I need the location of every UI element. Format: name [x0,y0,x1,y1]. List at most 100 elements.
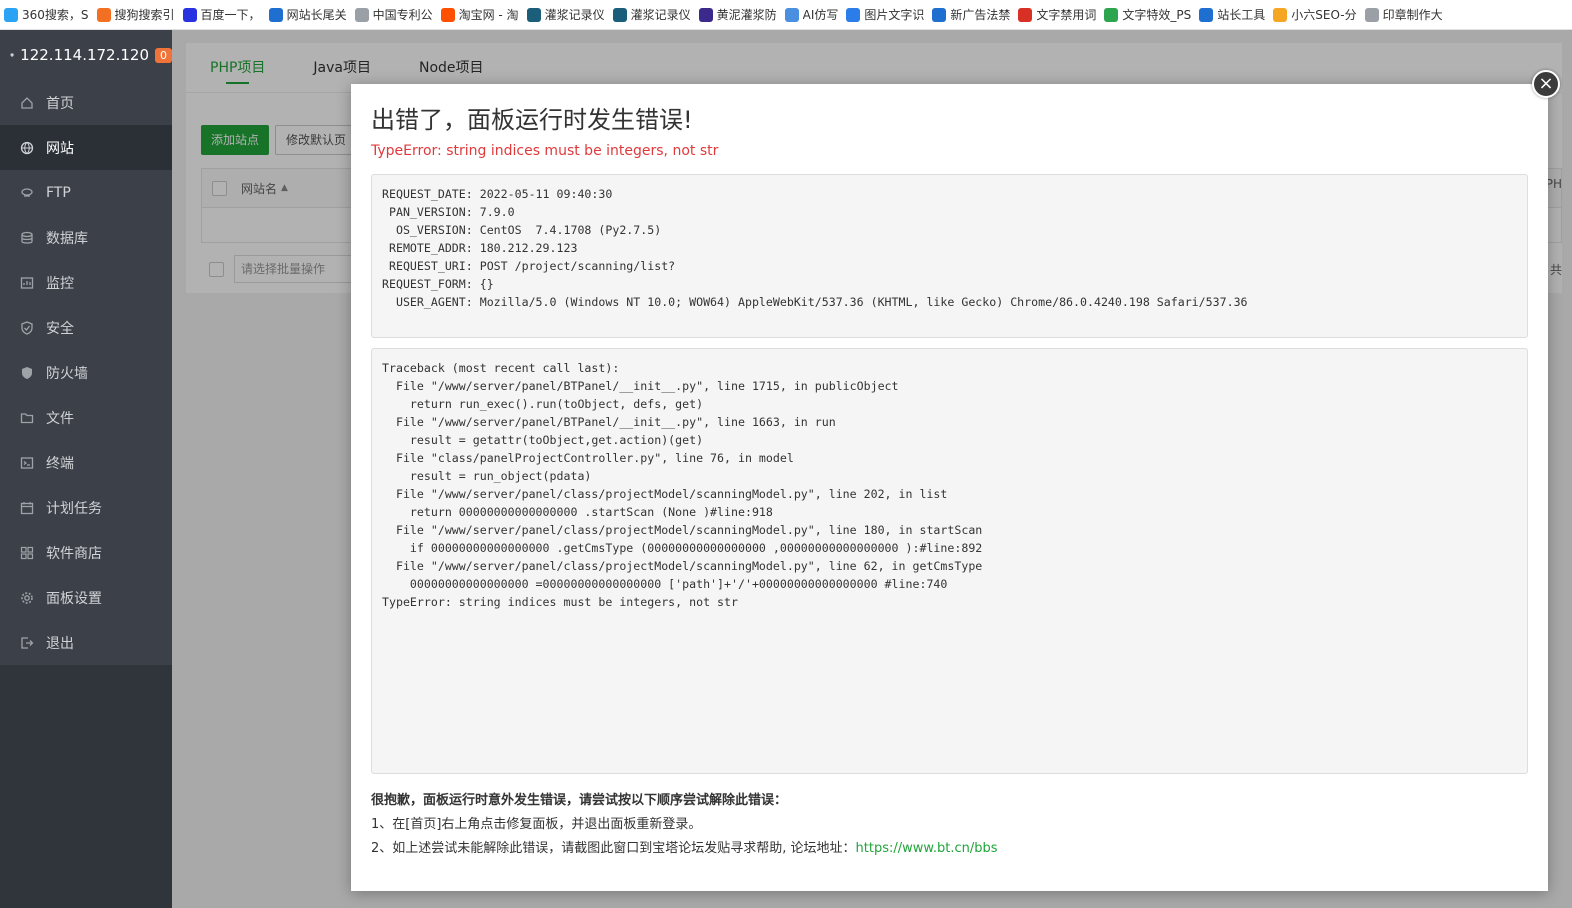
bookmark-favicon-icon [4,7,18,22]
bookmark-label: AI仿写 [802,8,839,22]
bookmark-label: 搜狗搜索引 [114,8,175,22]
sidebar-item-label: 面板设置 [46,590,102,607]
bookmark-item[interactable]: 新广告法禁 [932,6,1010,23]
bookmark-item[interactable]: 文字特效_PS [1104,6,1191,23]
bookmark-label: 淘宝网 - 淘 [458,8,519,22]
bookmark-favicon-icon [96,7,111,22]
sidebar-item-label: FTP [46,184,71,201]
bookmark-favicon-icon [1018,7,1033,22]
bookmark-label: 新广告法禁 [950,8,1011,22]
sidebar-item-label: 软件商店 [46,545,102,562]
traceback-text: Traceback (most recent call last): File … [382,361,983,609]
sidebar-item-9[interactable]: 计划任务 [0,485,172,530]
shield-check-icon [20,320,34,335]
bookmark-label: 百度一下， [200,8,261,22]
bookmark-item[interactable]: 灌浆记录仪 [526,6,605,23]
help-step-2-text: 2、如上述尝试未能解除此错误，请截图此窗口到宝塔论坛发贴寻求帮助, 论坛地址： [371,841,856,856]
logout-icon [20,636,34,650]
error-message: TypeError: string indices must be intege… [371,143,719,159]
request-info-box: REQUEST_DATE: 2022-05-11 09:40:30 PAN_VE… [371,174,1528,338]
bookmark-label: 灌浆记录仪 [630,8,691,22]
help-step-1: 1、在[首页]右上角点击修复面板，并退出面板重新登录。 [371,817,702,832]
bookmark-favicon-icon [932,7,947,22]
bookmark-favicon-icon [1273,7,1288,22]
bookmark-label: 小六SEO-分 [1291,8,1357,22]
bookmark-label: 文字特效_PS [1122,8,1192,22]
gear-icon [20,591,34,605]
bookmark-favicon-icon [612,7,627,22]
sidebar-item-label: 监控 [46,275,74,292]
bookmark-label: 站长工具 [1217,8,1266,22]
bookmark-item[interactable]: AI仿写 [784,6,839,23]
sidebar-item-3[interactable]: 数据库 [0,215,172,260]
sidebar-item-1[interactable]: 网站 [0,125,172,170]
bookmark-item[interactable]: 搜狗搜索引 [96,6,175,23]
sidebar-item-label: 网站 [46,140,74,157]
bookmark-favicon-icon [698,7,713,22]
bookmark-item[interactable]: 文字禁用词 [1018,6,1096,23]
bookmark-favicon-icon [1364,7,1379,22]
bookmark-item[interactable]: 印章制作大 [1364,6,1443,23]
bookmark-item[interactable]: 黄泥灌浆防 [698,6,777,23]
bookmark-label: 网站长尾关 [286,8,347,22]
sidebar-item-6[interactable]: 防火墙 [0,350,172,395]
sidebar-item-label: 首页 [46,95,74,112]
notification-badge[interactable]: 0 [155,47,172,63]
sidebar-item-5[interactable]: 安全 [0,305,172,350]
bookmark-label: 中国专利公 [372,8,433,22]
bookmark-favicon-icon [268,7,283,22]
bookmark-item[interactable]: 百度一下， [182,6,261,23]
sidebar-item-label: 数据库 [46,230,88,247]
bookmark-item[interactable]: 中国专利公 [354,6,433,23]
server-shield-icon [10,53,14,57]
close-icon[interactable]: × [1532,70,1560,98]
bookmark-favicon-icon [784,7,799,22]
monitor-icon [20,276,34,290]
bookmark-favicon-icon [1104,7,1119,22]
bookmark-item[interactable]: 灌浆记录仪 [612,6,691,23]
bookmark-label: 黄泥灌浆防 [716,8,777,22]
bookmark-item[interactable]: 小六SEO-分 [1273,6,1357,23]
home-icon [20,96,34,110]
terminal-icon [20,456,34,470]
server-header: 122.114.172.120 0 [0,30,172,80]
sidebar-item-0[interactable]: 首页 [0,80,172,125]
modal-title: 出错了，面板运行时发生错误! [371,106,693,134]
sidebar-item-8[interactable]: 终端 [0,440,172,485]
bookmark-item[interactable]: 淘宝网 - 淘 [440,6,519,23]
request-info-text: REQUEST_DATE: 2022-05-11 09:40:30 PAN_VE… [382,187,1248,309]
sidebar-item-label: 防火墙 [46,365,88,382]
error-modal: 出错了，面板运行时发生错误! TypeError: string indices… [351,84,1548,891]
bookmark-item[interactable]: 网站长尾关 [268,6,347,23]
calendar-icon [20,501,34,515]
sidebar: 122.114.172.120 0 首页网站 FTP 数据库监控安全防火墙文件终端计… [0,30,172,908]
bookmark-favicon-icon [526,7,541,22]
bookmark-item[interactable]: 图片文字识 [846,6,924,23]
bookmark-favicon-icon [1199,7,1214,22]
sidebar-item-label: 终端 [46,455,74,472]
sidebar-item-label: 计划任务 [46,500,102,517]
bookmark-favicon-icon [354,7,369,22]
sidebar-item-label: 退出 [46,635,74,652]
bookmark-label: 灌浆记录仪 [544,8,605,22]
sidebar-item-12[interactable]: 退出 [0,620,172,665]
sidebar-item-11[interactable]: 面板设置 [0,575,172,620]
sidebar-item-4[interactable]: 监控 [0,260,172,305]
bookmarks-bar: 360搜索，S 搜狗搜索引 百度一下， 网站长尾关 中国专利公 淘宝网 - 淘 灌浆记录仪 灌… [0,0,1572,30]
sidebar-item-2[interactable]: FTP [0,170,172,215]
sidebar-item-10[interactable]: 软件商店 [0,530,172,575]
apps-icon [20,546,34,560]
traceback-box: Traceback (most recent call last): File … [371,348,1528,774]
bookmark-item[interactable]: 360搜索，S [4,6,89,23]
sidebar-item-7[interactable]: 文件 [0,395,172,440]
bookmark-label: 印章制作大 [1382,8,1443,22]
help-title: 很抱歉，面板运行时意外发生错误，请尝试按以下顺序尝试解除此错误： [371,793,788,808]
help-step-2: 2、如上述尝试未能解除此错误，请截图此窗口到宝塔论坛发贴寻求帮助, 论坛地址：h… [371,840,998,864]
bookmark-favicon-icon [182,7,197,22]
forum-link[interactable]: https://www.bt.cn/bbs [856,841,998,856]
bookmark-item[interactable]: 站长工具 [1199,6,1265,23]
sidebar-item-label: 安全 [46,320,74,337]
database-icon [20,231,34,245]
firewall-icon [20,366,34,380]
bookmark-favicon-icon [440,7,455,22]
